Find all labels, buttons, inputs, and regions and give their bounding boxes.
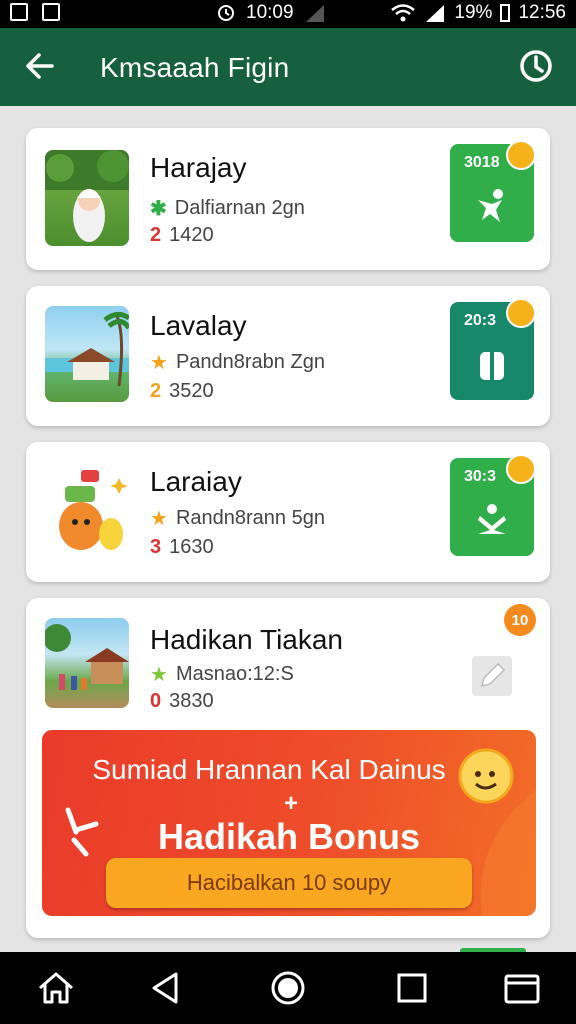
page-title: Kmsaaah Figin [100,52,290,83]
card-points-row: 3 1630 [150,536,214,559]
luggage-icon [480,352,504,380]
cell-signal-icon [426,5,445,22]
card-subtitle: Randn8rann 5gn [175,507,325,529]
points-icon: 2 [150,380,162,402]
card-title: Lavalay [150,310,247,341]
list-item[interactable]: Lavalay ★ Pandn8rabn Zgn 2 3520 20:3 [26,286,550,426]
signal-icon [305,5,324,22]
claim-bonus-button[interactable]: Hacibalkan 10 soupy [106,858,472,908]
status-time-left: 10:09 [246,2,294,23]
app-bar: Kmsaaah Figin [0,28,576,106]
card-subtitle: Dalfiarnan 2gn [174,197,305,219]
system-navigation-bar [0,952,576,1024]
window-icon[interactable] [502,970,542,1006]
card-points: 1630 [169,536,214,558]
badge-number: 30:3 [464,468,497,485]
coin-badge: 10 [504,604,536,636]
promo-plus: + [284,790,299,817]
coin-icon [506,298,536,328]
card-subtitle: Pandn8rabn Zgn [175,351,325,373]
home-circle-icon[interactable] [270,970,306,1006]
thumbnail-village-image [45,618,129,708]
list-item[interactable]: Hadikan Tiakan ★ Masnao:12:S 0 3830 10 S… [26,598,550,938]
card-subtitle: Masnao:12:S [175,663,294,685]
card-points: 3830 [169,690,214,712]
card-points: 1420 [169,224,214,246]
card-points-row: 2 3520 [150,380,214,403]
card-subtitle-row: ★ Pandn8rabn Zgn [150,350,325,375]
image-icon [10,3,28,21]
bonus-promo-banner[interactable]: Sumiad Hrannan Kal Dainus + Hadikah Bonu… [42,730,536,916]
list-item[interactable]: Harajay ✱ Dalfiarnan 2gn 2 1420 3018 [26,128,550,270]
history-clock-icon[interactable] [518,48,554,84]
wifi-icon [391,4,416,22]
card-subtitle-row: ★ Masnao:12:S [150,662,294,687]
action-badge[interactable]: 30:3 [450,454,536,556]
gallery-icon [42,3,60,21]
badge-number: 3018 [464,154,500,171]
alarm-icon [218,5,234,21]
card-subtitle-row: ✱ Dalfiarnan 2gn [150,196,305,221]
coin-icon [506,454,536,484]
card-points-row: 2 1420 [150,224,214,247]
star-icon: ★ [150,664,168,686]
star-icon: ★ [150,508,168,530]
person-jump-icon [478,189,503,222]
card-title: Hadikan Tiakan [150,624,344,655]
card-title: Laraiay [150,466,242,497]
recents-square-icon[interactable] [394,970,430,1006]
card-subtitle-row: ★ Randn8rann 5gn [150,506,325,531]
star-icon: ★ [150,352,168,374]
card-title: Harajay [150,152,247,183]
action-badge[interactable]: 3018 [450,140,536,242]
points-icon: 2 [150,224,162,246]
thumbnail-park-image [45,150,129,246]
badge-number: 20:3 [464,312,497,329]
home-icon[interactable] [36,970,76,1006]
claim-bonus-label: Hacibalkan 10 soupy [186,870,392,895]
battery-percent: 19% [454,2,493,23]
battery-icon [500,4,511,22]
card-points: 3520 [169,380,214,402]
person-meditate-icon [478,504,506,534]
thumbnail-mascot-image [45,460,129,556]
status-bar: 10:09 19% 12:56 [0,0,576,28]
thumbnail-beach-image [45,306,129,402]
promo-bonus-title: Hadikah Bonus [157,816,421,857]
coin-icon [506,140,536,170]
action-badge[interactable]: 20:3 [450,298,536,400]
back-arrow-icon[interactable] [22,46,58,86]
content-list: Harajay ✱ Dalfiarnan 2gn 2 1420 3018 Lav… [0,106,576,952]
star-icon: ✱ [150,198,167,220]
edit-icon[interactable] [472,656,512,696]
points-icon: 3 [150,536,162,558]
back-triangle-icon[interactable] [148,970,184,1006]
points-icon: 0 [150,690,162,712]
list-item[interactable]: Laraiay ★ Randn8rann 5gn 3 1630 30:3 [26,442,550,582]
card-points-row: 0 3830 [150,690,214,713]
status-time-right: 12:56 [518,2,566,23]
coin-mascot-icon [458,748,514,804]
